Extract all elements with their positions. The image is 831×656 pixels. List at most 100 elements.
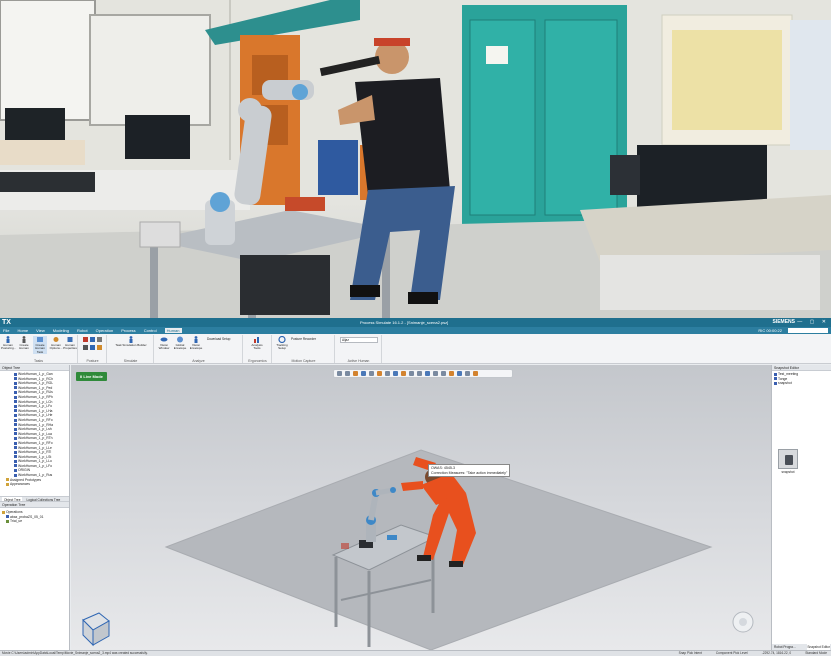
view-cube-icon[interactable] xyxy=(369,371,374,376)
camera-icon[interactable] xyxy=(441,371,446,376)
frame-icon xyxy=(14,436,17,440)
menu-control[interactable]: Control xyxy=(144,328,157,333)
snap-pick-intent[interactable]: Snap Pick Intent xyxy=(679,651,702,656)
human-icon xyxy=(6,336,10,343)
object-tree-item[interactable]: Appearances xyxy=(0,482,69,487)
snapshot-thumbnail[interactable]: snapshot xyxy=(777,449,799,475)
view-mode[interactable]: Standard Mode xyxy=(805,651,827,656)
properties-icon xyxy=(67,337,73,342)
light-icon[interactable] xyxy=(449,371,454,376)
create-human-task-button[interactable]: Create Human Task xyxy=(33,336,47,355)
status-bar: Movie C:\Users\admin\AppData\Local\Temp\… xyxy=(0,650,831,656)
ribbon: Human Posturing... Create Human Create H… xyxy=(0,334,831,364)
options-icon[interactable] xyxy=(457,371,462,376)
zoom-icon[interactable] xyxy=(337,371,342,376)
menu-human[interactable]: Human xyxy=(164,328,182,333)
frame-icon xyxy=(14,469,17,473)
human-posturing-button[interactable]: Human Posturing... xyxy=(1,336,16,351)
snapshot-image xyxy=(778,449,798,469)
frame-icon xyxy=(14,473,17,477)
render-mode-icon[interactable] xyxy=(377,371,382,376)
menu-robot[interactable]: Robot xyxy=(77,328,88,333)
owas-tooltip: OWAS: 4545-3 Correction Measures: "Take … xyxy=(428,464,511,478)
snapshot-item[interactable]: snapshot xyxy=(774,381,829,386)
menu-home[interactable]: Home xyxy=(17,328,28,333)
ribbon-group-analyze: Vision Window Global Envelope Vision Env… xyxy=(155,335,243,363)
global-envelope-button[interactable]: Global Envelope xyxy=(173,336,187,351)
search-input[interactable] xyxy=(788,328,828,333)
cursor-coordinates: -2292.74, 1816.22, 0 xyxy=(761,651,792,655)
group-label-active-human: Active Human xyxy=(347,359,370,363)
menu-bar: File Home View Modeling Robot Operation … xyxy=(0,327,831,334)
frame-icon xyxy=(14,413,17,417)
rotate-icon[interactable] xyxy=(361,371,366,376)
frame-icon xyxy=(14,418,17,422)
more-icon[interactable] xyxy=(473,371,478,376)
scene-3d xyxy=(82,449,754,650)
create-human-icon xyxy=(22,336,26,343)
menu-modeling[interactable]: Modeling xyxy=(53,328,69,333)
human-options-button[interactable]: Human Options... xyxy=(49,336,63,351)
active-human-select[interactable]: Aljaz xyxy=(340,337,378,343)
frame-icon xyxy=(14,423,17,427)
analysis-icon xyxy=(254,337,259,343)
tracking-setup-button[interactable]: Tracking Setup xyxy=(275,336,289,351)
vision-envelope-icon xyxy=(194,336,198,343)
frame-icon xyxy=(14,372,17,376)
object-tree: WorkHuman_1_p_Gan WorkHuman_1_p_RCh WorkHu… xyxy=(0,371,69,496)
menu-right-area: RIC 00:00:22 xyxy=(758,327,828,334)
group-label-ergonomics: Ergonomics xyxy=(248,359,267,363)
viewer-toolbar[interactable] xyxy=(333,369,513,378)
title-bar: TX Process Simulate 16.1.2 - [Snimanje_s… xyxy=(0,318,831,327)
color-icon[interactable] xyxy=(401,371,406,376)
vision-window-button[interactable]: Vision Window xyxy=(157,336,171,351)
measure-icon[interactable] xyxy=(393,371,398,376)
folder-icon xyxy=(6,478,9,482)
pick-icon[interactable] xyxy=(433,371,438,376)
component-pick-level[interactable]: Component Pick Level xyxy=(716,651,748,656)
ribbon-group-posture: Posture xyxy=(79,335,107,363)
lab-photo-drawing xyxy=(0,0,831,318)
operation-icon xyxy=(6,519,9,523)
menu-file[interactable]: File xyxy=(3,328,9,333)
ribbon-group-ergonomics: Analysis Tools Ergonomics xyxy=(244,335,272,363)
zoom-fit-icon[interactable] xyxy=(345,371,350,376)
analysis-tools-button[interactable]: Analysis Tools xyxy=(250,336,264,351)
graphic-viewer[interactable]: II Live Mode OWAS: 4545-3 Correction Mea… xyxy=(71,365,771,650)
reset-view-icon[interactable] xyxy=(465,371,470,376)
window-title: Process Simulate 16.1.2 - [Snimanje_scen… xyxy=(360,320,449,325)
posture-tools-icon[interactable] xyxy=(83,337,103,353)
vision-envelope-button[interactable]: Vision Envelope xyxy=(189,336,203,351)
task-simulation-builder-button[interactable]: Task Simulation Builder xyxy=(112,336,150,347)
posture-recorder-button[interactable]: Posture Recorder xyxy=(291,337,316,341)
pan-icon[interactable] xyxy=(353,371,358,376)
live-mode-button[interactable]: II Live Mode xyxy=(76,372,107,381)
snapshot-list: Test_meeting Tonge snapshot xyxy=(772,371,831,387)
operation-tree-item[interactable]: Trial_ue xyxy=(0,519,69,524)
tab-logical-collections-tree[interactable]: Logical Collections Tree xyxy=(26,497,60,502)
menu-operation[interactable]: Operation xyxy=(96,328,114,333)
tracking-icon xyxy=(278,336,286,343)
menu-view[interactable]: View xyxy=(36,328,45,333)
snapshot-editor-panel: Snapshot Editor Test_meeting Tonge snaps… xyxy=(771,365,831,650)
frame-icon xyxy=(14,400,17,404)
snap-icon[interactable] xyxy=(417,371,422,376)
lab-photo xyxy=(0,0,831,318)
frame-icon[interactable] xyxy=(409,371,414,376)
ribbon-group-tasks: Human Posturing... Create Human Create H… xyxy=(0,335,78,363)
section-icon[interactable] xyxy=(385,371,390,376)
download-setup-button[interactable]: Download Setup xyxy=(207,337,230,341)
snapshot-icon xyxy=(774,377,777,381)
filter-icon[interactable] xyxy=(425,371,430,376)
human-properties-button[interactable]: Human Properties xyxy=(63,336,77,351)
group-label-motion-capture: Motion Capture xyxy=(291,359,316,363)
tab-object-tree[interactable]: Object Tree xyxy=(2,497,23,502)
frame-icon xyxy=(14,459,17,463)
menu-process[interactable]: Process xyxy=(121,328,135,333)
frame-icon xyxy=(14,409,17,413)
simulation-icon xyxy=(129,336,133,343)
window-controls[interactable]: — ▢ ✕ xyxy=(797,318,829,327)
operation-icon xyxy=(6,515,9,519)
create-human-button[interactable]: Create Human xyxy=(17,336,31,351)
frame-icon xyxy=(14,427,17,431)
